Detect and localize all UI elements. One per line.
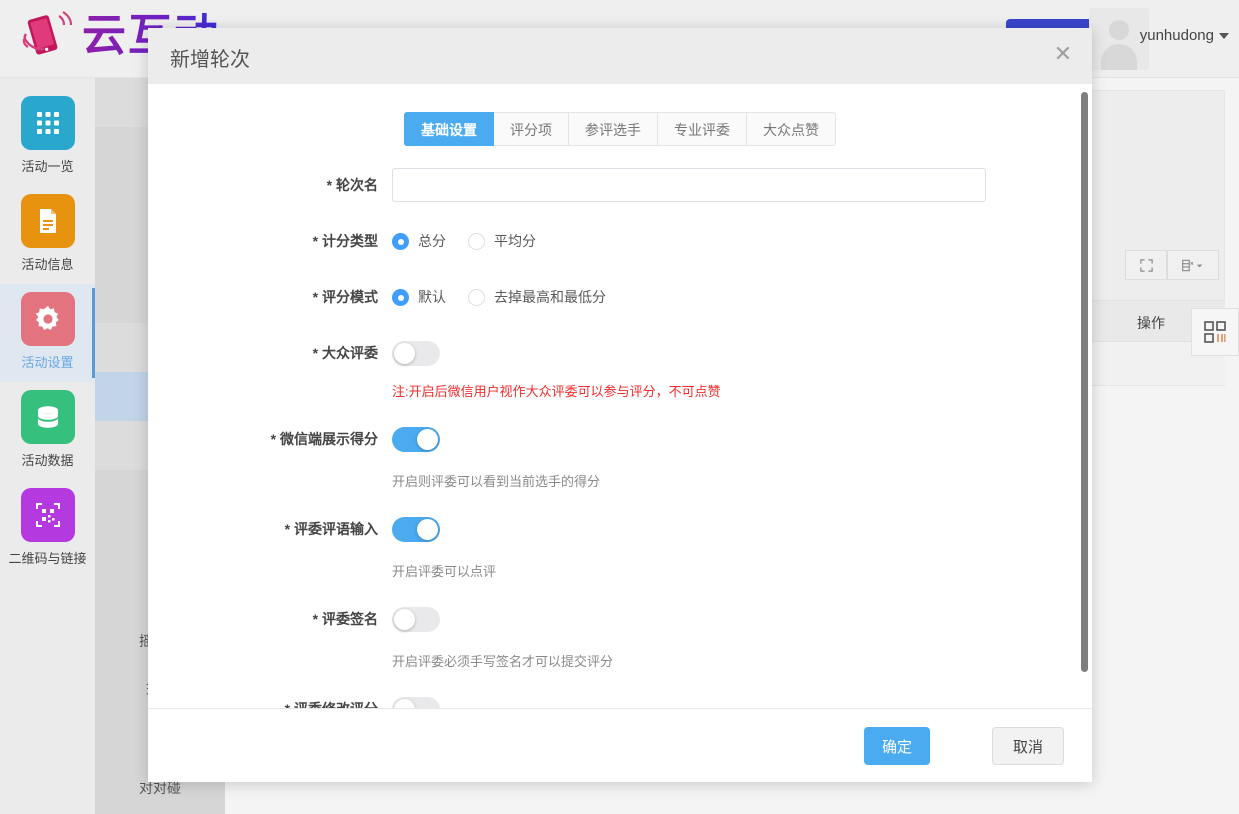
toggle-judge-signature[interactable] [392, 607, 440, 632]
form-row-public-judge: * 大众评委 注:开启后微信用户视作大众评委可以参与评分，不可点赞 [148, 336, 1092, 400]
sidebar-item-label: 活动数据 [21, 453, 74, 468]
sidebar-item-0[interactable]: 活动一览 [0, 88, 95, 186]
sidebar-item-3[interactable]: 活动数据 [0, 382, 95, 480]
close-icon[interactable]: ✕ [1050, 42, 1076, 68]
radio-mark-icon [392, 232, 409, 250]
dialog-title: 新增轮次 [170, 49, 250, 71]
form-row-score-mode: * 评分模式 默认 去掉最高和最低分 [148, 280, 1092, 314]
sidebar-item-4[interactable]: 二维码与链接 [0, 480, 95, 578]
form-row-judge-signature: * 评委签名 开启评委必须手写签名才可以提交评分 [148, 602, 1092, 670]
form-row-wechat-show-score: * 微信端展示得分 开启则评委可以看到当前选手的得分 [148, 422, 1092, 490]
cancel-button[interactable]: 取消 [992, 727, 1064, 765]
label-judge-modify-score: * 评委修改评分 [148, 692, 392, 708]
toggle-knob [417, 429, 438, 450]
sidebar-item-label: 活动信息 [21, 257, 74, 272]
sidebar-item-label: 二维码与链接 [8, 551, 87, 566]
tab-0[interactable]: 基础设置 [404, 112, 494, 146]
score-mode-radio-group: 默认 去掉最高和最低分 [392, 280, 1092, 314]
sidebar-item-label: 活动设置 [21, 355, 74, 370]
hint-public-judge: 注:开启后微信用户视作大众评委可以参与评分，不可点赞 [392, 384, 721, 399]
label-wechat-show-score: * 微信端展示得分 [270, 431, 378, 447]
toggle-public-judge[interactable] [392, 341, 440, 366]
dialog-header: 新增轮次 ✕ [148, 28, 1092, 84]
toggle-wechat-show-score[interactable] [392, 427, 440, 452]
radio-score-mode-default[interactable]: 默认 [392, 287, 446, 307]
chevron-down-icon [1219, 33, 1229, 40]
qrcode-icon [20, 488, 75, 542]
table-column-action: 操作 [1137, 315, 1165, 331]
form-row-round-name: * 轮次名 [148, 168, 1092, 202]
grid-icon [20, 96, 75, 150]
toggle-knob [417, 519, 438, 540]
document-icon [20, 194, 75, 248]
radio-label: 去掉最高和最低分 [494, 289, 606, 305]
tab-3[interactable]: 专业评委 [658, 112, 747, 146]
dialog-scroll-region: 基础设置评分项参评选手专业评委大众点赞 * 轮次名 * 计分类型 总分 [148, 84, 1092, 708]
tab-4[interactable]: 大众点赞 [747, 112, 836, 146]
radio-label: 总分 [418, 233, 446, 249]
hint-judge-comment: 开启评委可以点评 [392, 564, 497, 579]
avatar-head [1109, 20, 1129, 40]
column-settings-icon[interactable] [1167, 250, 1219, 280]
hand-phone-icon [16, 8, 76, 64]
form-row-judge-modify-score: * 评委修改评分 开启评委可以修改自己的打分 [148, 692, 1092, 708]
add-round-dialog: 新增轮次 ✕ 基础设置 评分项 参评选手 专业评委 大众点赞 * 轮次名 * 计分类型 … [148, 28, 1092, 782]
hint-judge-signature: 开启评委必须手写签名才可以提交评分 [392, 654, 614, 669]
toggle-knob [394, 699, 415, 708]
user-name-label: yunhudong [1139, 27, 1214, 44]
radio-score-type-average[interactable]: 平均分 [468, 231, 536, 251]
sidebar-item-2[interactable]: 活动设置 [0, 284, 95, 382]
label-round-name: * 轮次名 [326, 177, 378, 193]
dialog-body: 基础设置评分项参评选手专业评委大众点赞 * 轮次名 * 计分类型 总分 [148, 84, 1092, 708]
icon-sidebar: 活动一览活动信息活动设置活动数据二维码与链接 [0, 78, 95, 814]
radio-mark-icon [468, 232, 485, 250]
toggle-judge-comment[interactable] [392, 517, 440, 542]
form-row-score-type: * 计分类型 总分 平均分 [148, 224, 1092, 258]
dialog-footer: 确定 取消 [148, 708, 1092, 782]
round-name-input[interactable] [392, 168, 986, 202]
hint-wechat-show-score: 开启则评委可以看到当前选手的得分 [392, 474, 601, 489]
radio-score-type-total[interactable]: 总分 [392, 231, 446, 251]
qrcode-widget-icon[interactable] [1191, 308, 1239, 356]
label-public-judge: * 大众评委 [312, 345, 378, 361]
sidebar-item-1[interactable]: 活动信息 [0, 186, 95, 284]
form-row-judge-comment: * 评委评语输入 开启评委可以点评 [148, 512, 1092, 580]
toggle-judge-modify-score[interactable] [392, 697, 440, 708]
database-icon [20, 390, 75, 444]
user-menu[interactable]: yunhudong [1140, 27, 1229, 44]
toggle-knob [394, 609, 415, 630]
radio-label: 默认 [418, 289, 446, 305]
gear-icon [20, 292, 75, 346]
radio-mark-icon [468, 288, 485, 306]
radio-label: 平均分 [494, 233, 536, 249]
toggle-knob [394, 343, 415, 364]
sidebar-item-label: 活动一览 [21, 159, 74, 174]
radio-score-mode-drop-extremes[interactable]: 去掉最高和最低分 [468, 287, 606, 307]
label-judge-comment: * 评委评语输入 [284, 521, 378, 537]
dialog-scrollbar[interactable] [1081, 92, 1088, 672]
score-type-radio-group: 总分 平均分 [392, 224, 1092, 258]
label-score-type: * 计分类型 [312, 233, 378, 249]
avatar-body [1101, 44, 1137, 70]
dialog-tabs: 基础设置 评分项 参评选手 专业评委 大众点赞 [148, 84, 1092, 146]
confirm-button[interactable]: 确定 [864, 727, 930, 765]
tab-2[interactable]: 参评选手 [569, 112, 658, 146]
label-score-mode: * 评分模式 [312, 289, 378, 305]
label-judge-signature: * 评委签名 [312, 611, 378, 627]
table-toolbar [1125, 250, 1219, 280]
tab-1[interactable]: 评分项 [494, 112, 569, 146]
radio-mark-icon [392, 288, 409, 306]
fullscreen-icon[interactable] [1125, 250, 1167, 280]
